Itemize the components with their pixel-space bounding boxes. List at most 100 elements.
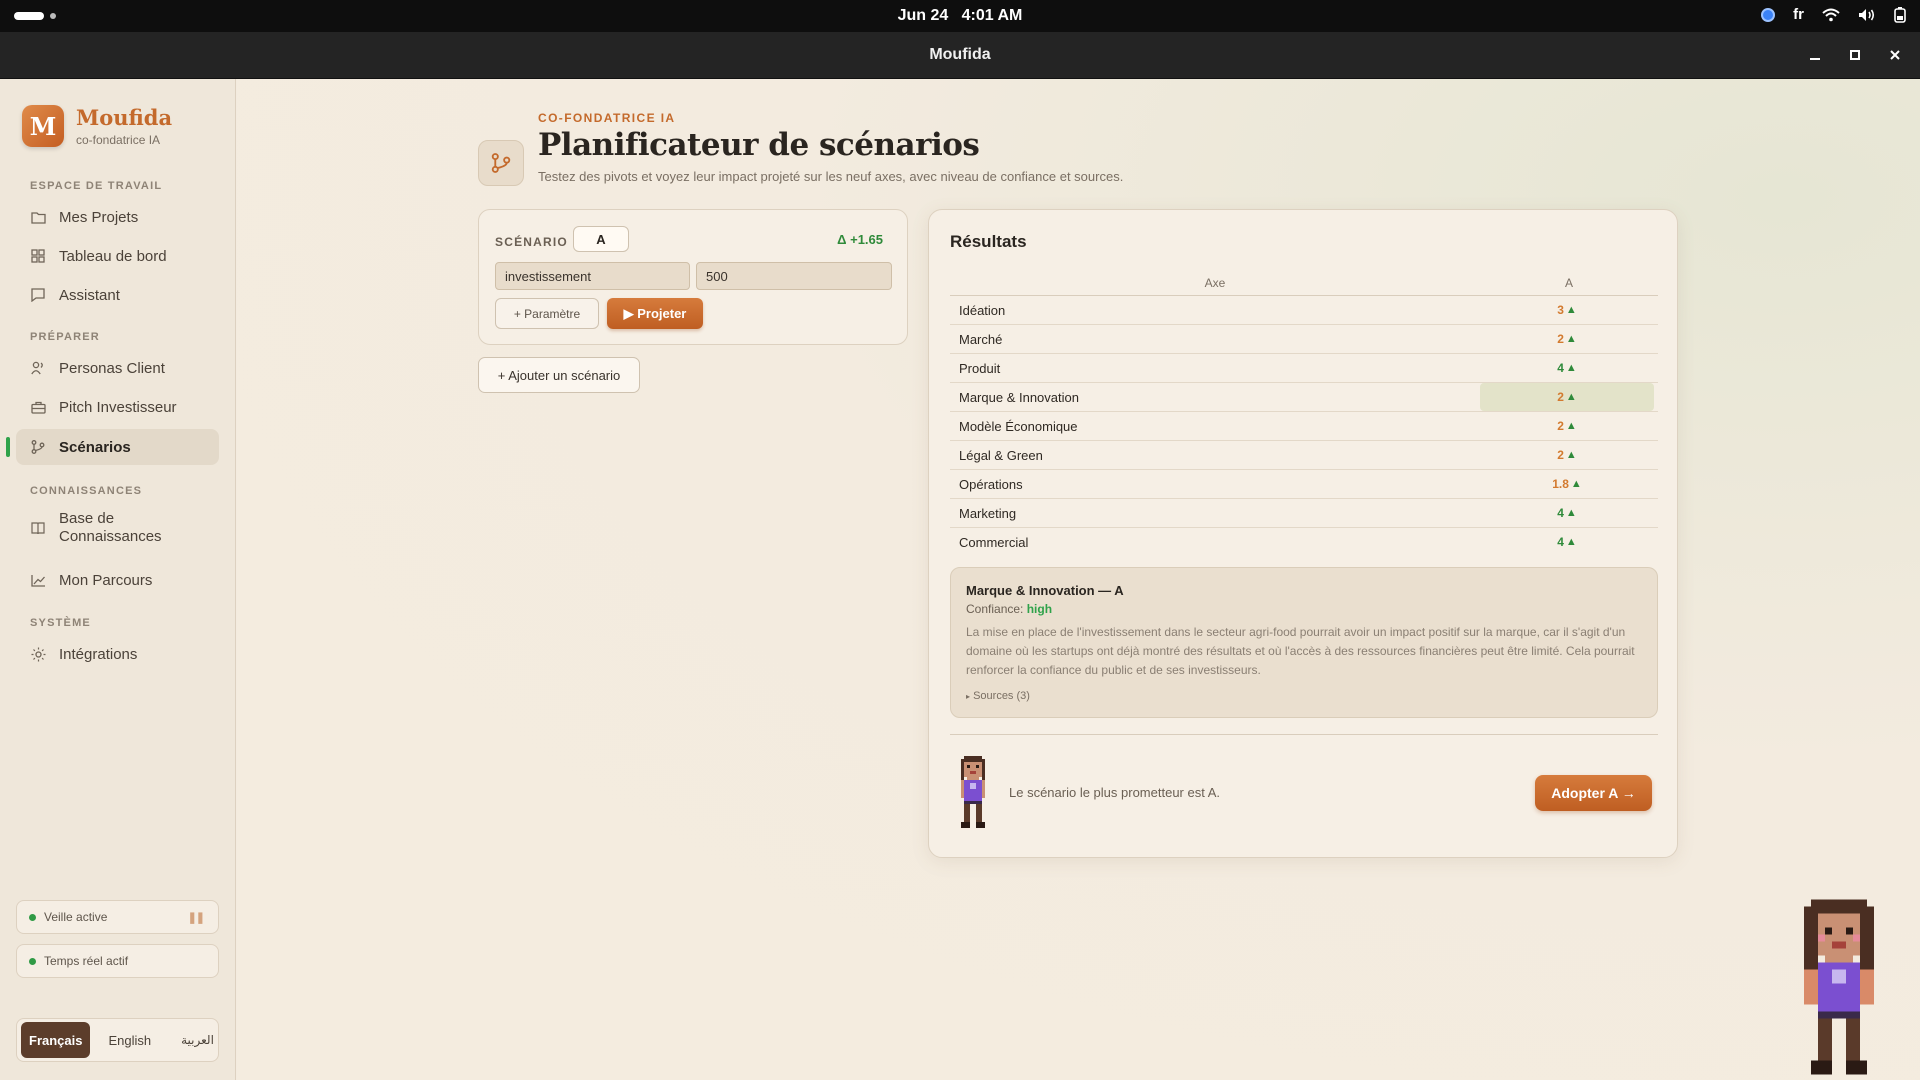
lang-arabic[interactable]: العربية bbox=[173, 1022, 222, 1058]
page-subtitle: Testez des pivots et voyez leur impact p… bbox=[538, 169, 1124, 184]
score-cell[interactable]: 2 ▲ bbox=[1480, 325, 1654, 353]
table-row[interactable]: Modèle Économique 2 ▲ bbox=[950, 412, 1658, 441]
sidebar-item-pitch[interactable]: Pitch Investisseur bbox=[16, 389, 219, 425]
maximize-button[interactable] bbox=[1842, 44, 1868, 66]
sidebar-item-label: Intégrations bbox=[59, 645, 138, 663]
battery-icon[interactable] bbox=[1894, 6, 1906, 23]
score-cell[interactable]: 4 ▲ bbox=[1480, 499, 1654, 527]
wifi-icon[interactable] bbox=[1822, 8, 1840, 22]
mascot-avatar bbox=[955, 756, 991, 833]
lang-french[interactable]: Français bbox=[21, 1022, 91, 1058]
sidebar-item-label: Mon Parcours bbox=[59, 571, 153, 589]
up-arrow-icon: ▲ bbox=[1565, 420, 1577, 432]
close-button[interactable] bbox=[1882, 44, 1908, 66]
table-row[interactable]: Opérations 1.8 ▲ bbox=[950, 470, 1658, 499]
main-content: CO-FONDATRICE IA Planificateur de scénar… bbox=[237, 79, 1920, 1080]
add-parameter-button[interactable]: + Paramètre bbox=[495, 298, 599, 329]
sidebar-item-dashboard[interactable]: Tableau de bord bbox=[16, 238, 219, 274]
sources-label: Sources (3) bbox=[973, 690, 1030, 702]
grid-icon bbox=[30, 248, 46, 264]
table-row[interactable]: Commercial 4 ▲ bbox=[950, 528, 1658, 557]
up-arrow-icon: ▲ bbox=[1565, 449, 1577, 461]
sidebar-item-label: Tableau de bord bbox=[59, 247, 167, 265]
page-kicker: CO-FONDATRICE IA bbox=[538, 111, 676, 125]
add-scenario-button[interactable]: + Ajouter un scénario bbox=[478, 357, 640, 393]
results-card: Résultats Axe A Idéation 3 ▲ Marché 2 ▲ Pr… bbox=[928, 209, 1678, 858]
up-arrow-icon: ▲ bbox=[1565, 391, 1577, 403]
sidebar-item-scenarios[interactable]: Scénarios bbox=[16, 429, 219, 465]
score-cell-selected[interactable]: 2 ▲ bbox=[1480, 383, 1654, 411]
table-row[interactable]: Idéation 3 ▲ bbox=[950, 296, 1658, 325]
results-table-header: Axe A bbox=[950, 268, 1658, 296]
up-arrow-icon: ▲ bbox=[1570, 478, 1582, 490]
score-cell[interactable]: 4 ▲ bbox=[1480, 354, 1654, 382]
language-switcher: Français English العربية bbox=[16, 1018, 219, 1062]
up-arrow-icon: ▲ bbox=[1565, 362, 1577, 374]
activities-indicator[interactable] bbox=[14, 12, 44, 20]
score-cell[interactable]: 3 ▲ bbox=[1480, 296, 1654, 324]
axis-label: Légal & Green bbox=[959, 448, 1043, 463]
score-value: 4 bbox=[1557, 535, 1564, 549]
window-title-bar: Moufida bbox=[0, 32, 1920, 79]
sidebar-item-label: Pitch Investisseur bbox=[59, 398, 177, 416]
caret-right-icon: ▸ bbox=[966, 692, 971, 701]
column-header-a: A bbox=[1564, 276, 1573, 290]
sidebar-item-label: Base de Connaissances bbox=[59, 510, 162, 545]
detail-title: Marque & Innovation — A bbox=[966, 583, 1124, 598]
system-clock[interactable]: Jun 24 4:01 AM bbox=[0, 7, 1920, 25]
axis-label: Commercial bbox=[959, 535, 1029, 550]
page-title: Planificateur de scénarios bbox=[538, 127, 980, 163]
users-icon bbox=[30, 360, 46, 376]
brand[interactable]: M Moufida co-fondatrice IA bbox=[22, 105, 172, 147]
score-value: 2 bbox=[1557, 390, 1564, 404]
score-value: 3 bbox=[1557, 303, 1564, 317]
brand-name: Moufida bbox=[76, 105, 173, 130]
scenario-name-input[interactable]: A bbox=[573, 226, 629, 252]
watch-status-chip[interactable]: Veille active ❚❚ bbox=[16, 900, 219, 934]
sidebar-item-journey[interactable]: Mon Parcours bbox=[16, 562, 219, 598]
table-row[interactable]: Produit 4 ▲ bbox=[950, 354, 1658, 383]
score-cell[interactable]: 4 ▲ bbox=[1480, 528, 1654, 556]
window-title: Moufida bbox=[929, 46, 991, 63]
axis-label: Modèle Économique bbox=[959, 419, 1078, 434]
confidence-value: high bbox=[1026, 602, 1053, 616]
minimize-button[interactable] bbox=[1802, 44, 1828, 66]
table-row[interactable]: Marketing 4 ▲ bbox=[950, 499, 1658, 528]
brand-logo: M bbox=[22, 105, 64, 147]
sidebar-item-projects[interactable]: Mes Projets bbox=[16, 199, 219, 235]
table-row[interactable]: Légal & Green 2 ▲ bbox=[950, 441, 1658, 470]
project-button[interactable]: ▶ Projeter bbox=[607, 298, 703, 329]
brand-subtitle: co-fondatrice IA bbox=[76, 133, 161, 147]
param-value-input[interactable]: 500 bbox=[696, 262, 892, 290]
pause-icon[interactable]: ❚❚ bbox=[188, 911, 205, 924]
axis-label: Marketing bbox=[959, 506, 1017, 521]
score-cell[interactable]: 2 ▲ bbox=[1480, 441, 1654, 469]
nav-section-knowledge: CONNAISSANCES bbox=[30, 485, 143, 497]
message-icon bbox=[30, 287, 46, 303]
mascot-large[interactable] bbox=[1797, 899, 1881, 1080]
keyboard-layout[interactable]: fr bbox=[1793, 6, 1804, 23]
workspace-dot bbox=[50, 13, 56, 19]
score-value: 2 bbox=[1557, 448, 1564, 462]
sidebar-item-assistant[interactable]: Assistant bbox=[16, 277, 219, 313]
active-indicator bbox=[6, 437, 10, 457]
system-top-bar: Jun 24 4:01 AM fr bbox=[0, 0, 1920, 32]
lang-english[interactable]: English bbox=[100, 1022, 159, 1058]
score-cell[interactable]: 1.8 ▲ bbox=[1480, 470, 1654, 498]
sources-toggle[interactable]: ▸ Sources (3) bbox=[966, 690, 1030, 702]
up-arrow-icon: ▲ bbox=[1565, 536, 1577, 548]
sidebar-item-knowledge-base[interactable]: Base de Connaissances bbox=[16, 504, 219, 552]
sidebar-item-personas[interactable]: Personas Client bbox=[16, 350, 219, 386]
status-label: Veille active bbox=[44, 910, 108, 924]
score-cell[interactable]: 2 ▲ bbox=[1480, 412, 1654, 440]
axis-label: Marque & Innovation bbox=[959, 390, 1079, 405]
realtime-status-chip: Temps réel actif bbox=[16, 944, 219, 978]
table-row[interactable]: Marque & Innovation 2 ▲ bbox=[950, 383, 1658, 412]
param-key-input[interactable]: investissement bbox=[495, 262, 690, 290]
table-row[interactable]: Marché 2 ▲ bbox=[950, 325, 1658, 354]
sidebar-item-label: Assistant bbox=[59, 286, 120, 304]
sidebar-item-integrations[interactable]: Intégrations bbox=[16, 636, 219, 672]
scenario-label: SCÉNARIO bbox=[495, 235, 568, 249]
adopt-scenario-button[interactable]: Adopter A → bbox=[1535, 775, 1652, 811]
volume-icon[interactable] bbox=[1858, 8, 1876, 22]
